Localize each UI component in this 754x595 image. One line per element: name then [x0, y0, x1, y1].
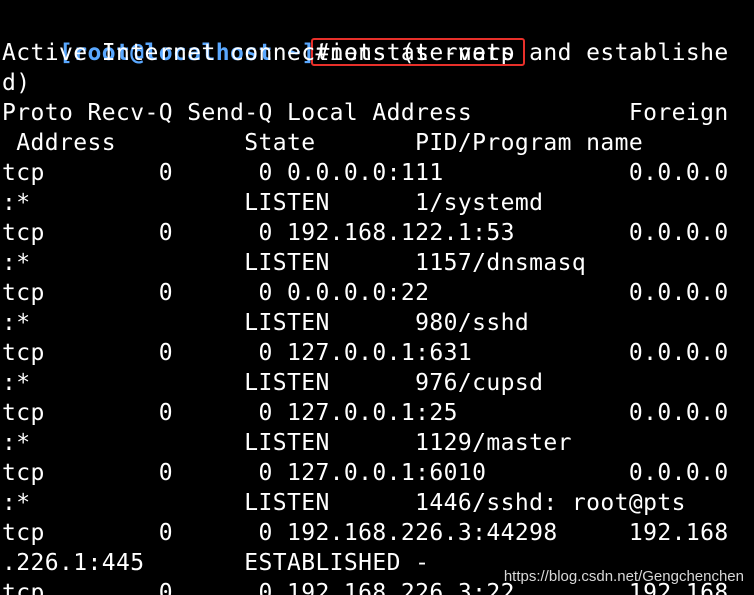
output-line: Active Internet connections (servers and… — [2, 40, 729, 66]
output-line: :* LISTEN 1/systemd — [2, 190, 544, 216]
output-line: .226.1:445 ESTABLISHED - — [2, 550, 430, 576]
terminal-window[interactable]: [root@localhost ~]#netstat -natp Active … — [0, 0, 754, 595]
output-line: tcp 0 0 127.0.0.1:631 0.0.0.0 — [2, 340, 729, 366]
output-line: :* LISTEN 1129/master — [2, 430, 572, 456]
output-line: :* LISTEN 980/sshd — [2, 310, 530, 336]
watermark-text: https://blog.csdn.net/Gengchenchen — [503, 568, 744, 585]
output-line: tcp 0 0 127.0.0.1:6010 0.0.0.0 — [2, 460, 729, 486]
output-line: tcp 0 0 0.0.0.0:22 0.0.0.0 — [2, 280, 729, 306]
output-line: tcp 0 0 127.0.0.1:25 0.0.0.0 — [2, 400, 729, 426]
output-line: :* LISTEN 1157/dnsmasq — [2, 250, 587, 276]
prompt-line: [root@localhost ~]#netstat -natp — [2, 8, 526, 66]
output-line: tcp 0 0 192.168.226.3:44298 192.168 — [2, 520, 729, 546]
output-line: tcp 0 0 0.0.0.0:111 0.0.0.0 — [2, 160, 729, 186]
output-line: :* LISTEN 976/cupsd — [2, 370, 544, 396]
output-line: Proto Recv-Q Send-Q Local Address Foreig… — [2, 100, 729, 126]
output-line: tcp 0 0 192.168.122.1:53 0.0.0.0 — [2, 220, 729, 246]
output-line: Address State PID/Program name — [2, 130, 644, 156]
output-line: :* LISTEN 1446/sshd: root@pts — [2, 490, 686, 516]
output-line: d) — [2, 70, 31, 96]
